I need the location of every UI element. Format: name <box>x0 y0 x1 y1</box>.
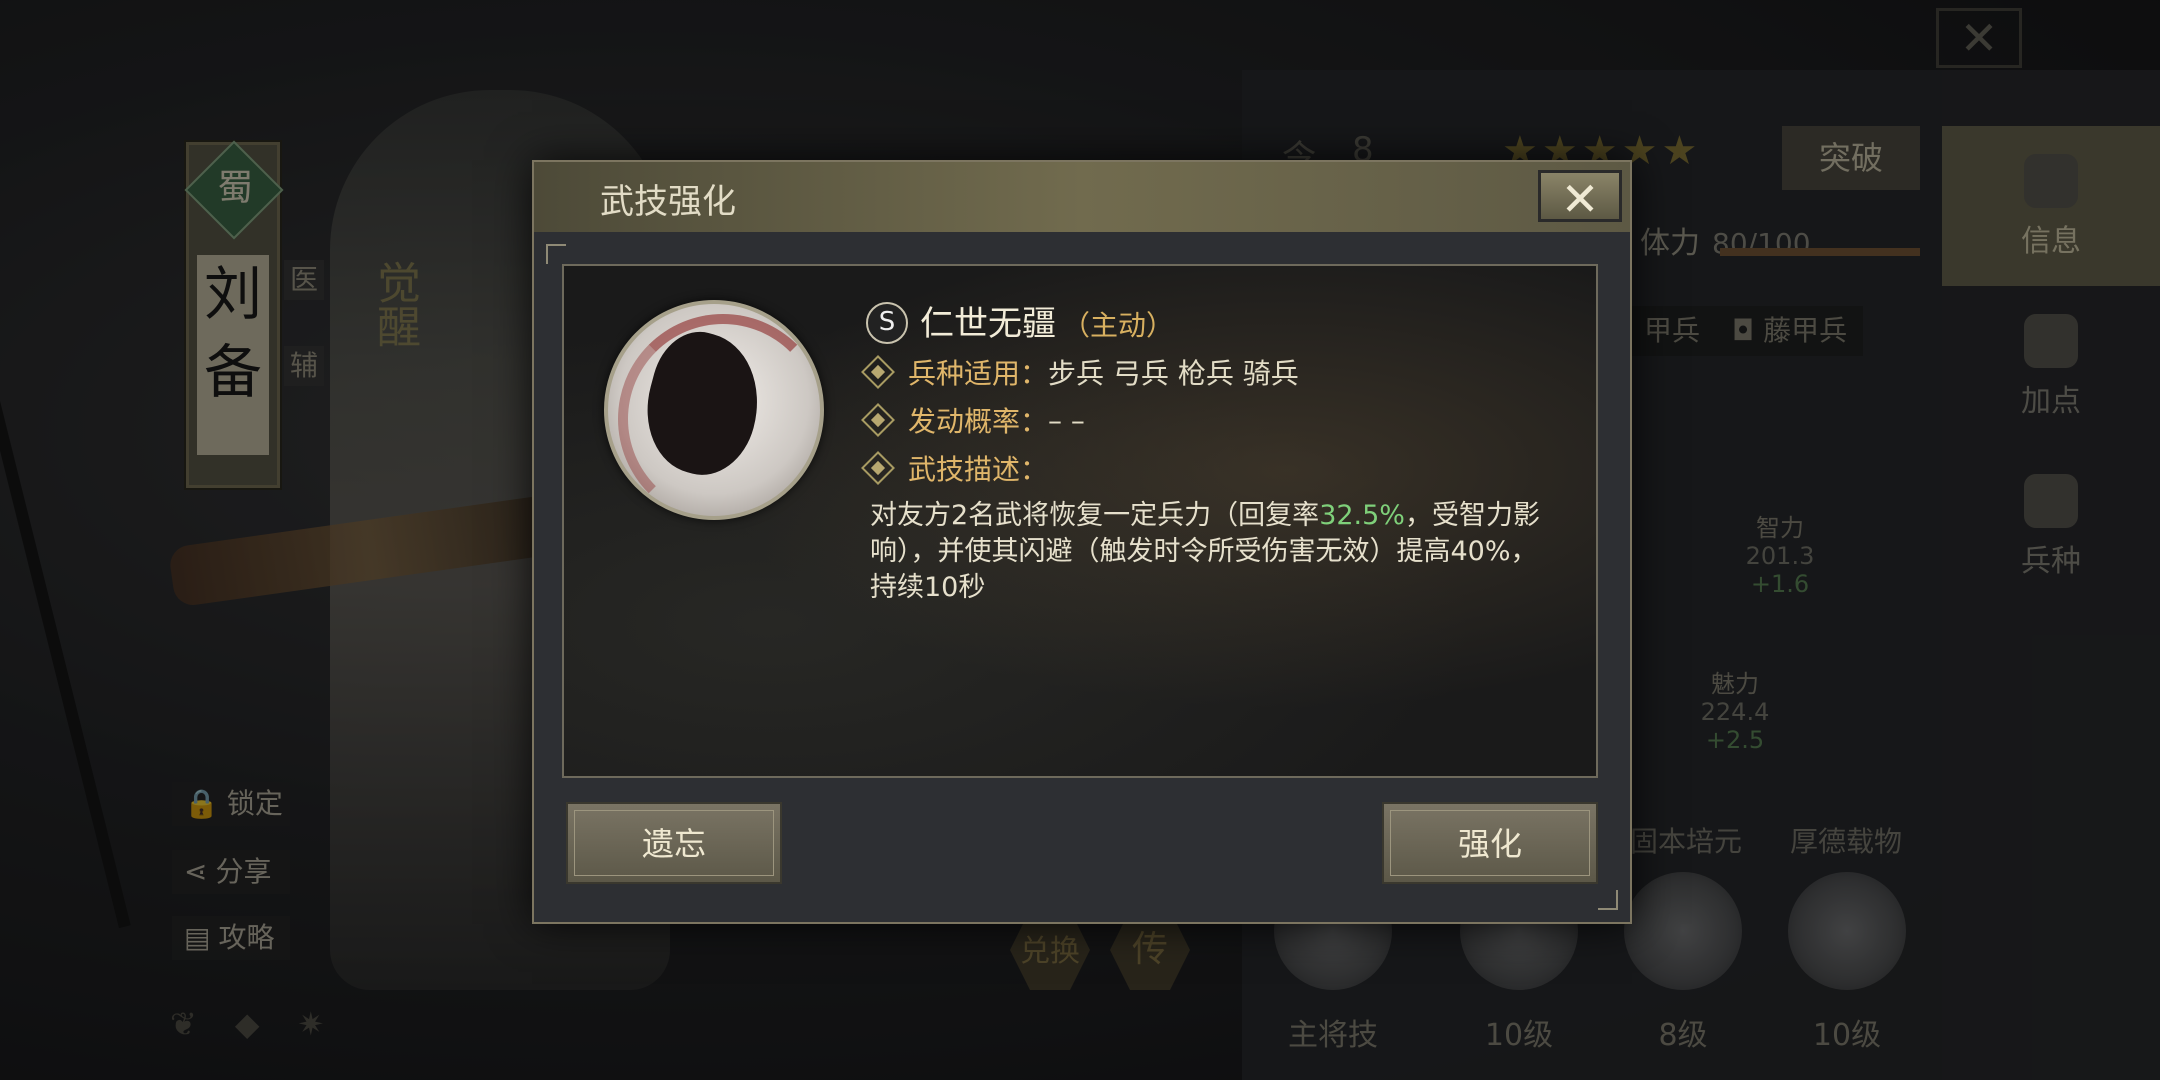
dialog-header: 武技强化 ✕ <box>534 162 1630 232</box>
dialog-title: 武技强化 <box>600 182 736 222</box>
skill-title: 仁世无疆 （主动） <box>920 296 1174 345</box>
diamond-icon <box>861 451 895 485</box>
row-label: 兵种适用： <box>908 357 1049 390</box>
trigger-rate-row: 发动概率： – – <box>861 400 1085 440</box>
corner-ornament <box>546 244 566 264</box>
skill-type: （主动） <box>1062 309 1175 342</box>
skill-description: 对友方2名武将恢复一定兵力（回复率32.5%，受智力影响），并使其闪避（触发时令… <box>870 498 1560 606</box>
corner-ornament <box>1598 890 1618 910</box>
skill-orb-icon <box>604 300 824 520</box>
desc-highlight: 32.5% <box>1319 500 1405 531</box>
row-value: 步兵 弓兵 枪兵 骑兵 <box>1048 357 1299 390</box>
row-value: – – <box>1048 403 1085 437</box>
row-label: 武技描述： <box>908 453 1049 486</box>
diamond-icon <box>861 355 895 389</box>
diamond-icon <box>861 403 895 437</box>
row-label: 发动概率： <box>908 405 1049 438</box>
skill-enhance-dialog: 武技强化 ✕ S 仁世无疆 （主动） 兵种适用： 步兵 弓兵 枪兵 骑兵 发动概率… <box>532 160 1632 924</box>
skill-desc-row: 武技描述： <box>861 448 1049 488</box>
skill-name: 仁世无疆 <box>920 304 1056 344</box>
enhance-button[interactable]: 强化 <box>1382 802 1598 884</box>
dialog-close-button[interactable]: ✕ <box>1538 170 1622 225</box>
forget-button[interactable]: 遗忘 <box>566 802 782 884</box>
troop-type-row: 兵种适用： 步兵 弓兵 枪兵 骑兵 <box>861 352 1299 392</box>
desc-text: 对友方2名武将恢复一定兵力（回复率 <box>870 500 1320 531</box>
skill-grade-badge: S <box>866 302 908 344</box>
